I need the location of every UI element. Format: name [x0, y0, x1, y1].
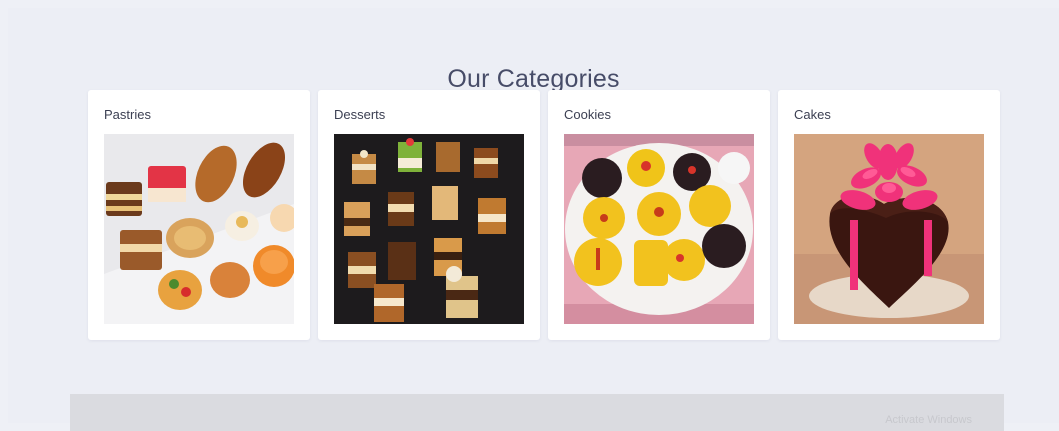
category-card-desserts[interactable]: Desserts — [318, 90, 540, 340]
cookies-image[interactable] — [564, 134, 754, 324]
cookies-photo — [564, 134, 754, 324]
pastries-image[interactable] — [104, 134, 294, 324]
category-label-cookies: Cookies — [564, 107, 611, 122]
bottom-banner: Activate Windows — [70, 394, 1004, 431]
cakes-photo — [794, 134, 984, 324]
category-card-cookies[interactable]: Cookies — [548, 90, 770, 340]
category-label-desserts: Desserts — [334, 107, 386, 122]
cakes-image[interactable] — [794, 134, 984, 324]
activation-watermark: Activate Windows — [885, 414, 972, 426]
category-label-cakes: Cakes — [794, 107, 831, 122]
pastries-photo — [104, 134, 294, 324]
desserts-image[interactable] — [334, 134, 524, 324]
categories-section: Our Categories Pastries Desserts Cookies… — [8, 8, 1059, 431]
desserts-photo — [334, 134, 524, 324]
category-card-pastries[interactable]: Pastries — [88, 90, 310, 340]
category-card-cakes[interactable]: Cakes — [778, 90, 1000, 340]
category-label-pastries: Pastries — [104, 107, 151, 122]
